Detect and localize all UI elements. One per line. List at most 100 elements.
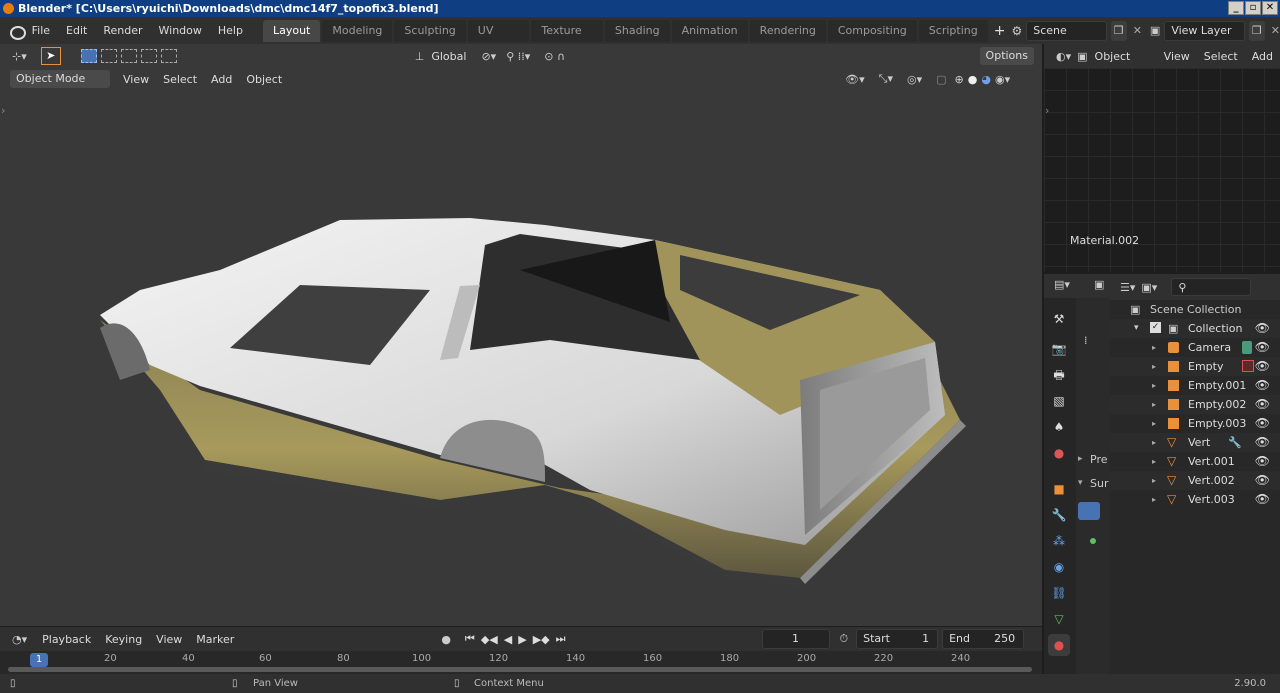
scene-field[interactable]: Scene	[1026, 20, 1107, 41]
view-layer-icon[interactable]: ▣	[1150, 24, 1160, 37]
node-object-dropdown[interactable]: Object	[1088, 50, 1157, 63]
outliner-item-empty-002[interactable]: ▸ Empty.002 👁	[1110, 395, 1280, 414]
collection-row[interactable]: ▾ ✓ ▣ Collection 👁	[1110, 319, 1280, 338]
timeline-type-icon[interactable]: ◔▾	[12, 633, 27, 646]
tab-layout[interactable]: Layout	[262, 19, 321, 42]
start-frame-field[interactable]: Start 1	[856, 629, 939, 649]
play-reverse-button[interactable]: ◀	[504, 633, 512, 646]
timeline-menu-marker[interactable]: Marker	[189, 633, 241, 646]
node-expand-icon[interactable]: ›	[1045, 104, 1049, 117]
visibility-icon[interactable]: 👁	[1255, 471, 1270, 490]
tab-animation[interactable]: Animation	[671, 19, 748, 42]
outliner-item-vert-002[interactable]: ▸ ▽ Vert.002 👁	[1110, 471, 1280, 490]
scene-icon[interactable]: ⚙	[1011, 24, 1022, 38]
menu-render[interactable]: Render	[95, 21, 150, 41]
expand-icon[interactable]: ▸	[1152, 433, 1156, 452]
transform-orientation-dropdown[interactable]: Global	[424, 50, 473, 63]
node-editor[interactable]: ◐▾ ▣ Object View Select Add › Material.0…	[1044, 44, 1280, 272]
outliner-item-vert[interactable]: ▸ ▽ Vert 🔧 👁	[1110, 433, 1280, 452]
expand-icon[interactable]: ▸	[1152, 376, 1156, 395]
expand-icon[interactable]: ▸	[1152, 490, 1156, 509]
expand-icon[interactable]: ▸	[1152, 452, 1156, 471]
3d-viewport[interactable]: ⊹▾ ➤ ⊥ Global ⊘▾ ⚲ ⁞⁞▾ ⊙ ∩ Options Objec…	[0, 44, 1042, 626]
visibility-icon[interactable]: 👁	[1255, 376, 1270, 395]
section-expand-icon[interactable]: ▸	[1078, 454, 1083, 464]
outliner-item-vert-003[interactable]: ▸ ▽ Vert.003 👁	[1110, 490, 1280, 509]
proportional-edit-icon[interactable]: ⊙ ∩	[544, 50, 565, 63]
tab-shading[interactable]: Shading	[604, 19, 670, 42]
world-tab-icon[interactable]: ●	[1048, 442, 1070, 464]
camera-data-icon[interactable]	[1242, 341, 1252, 354]
modifier-icon[interactable]: 🔧	[1228, 433, 1242, 452]
tab-uv-editing[interactable]: UV Editing	[467, 19, 530, 59]
visibility-icon[interactable]: 👁▾	[845, 73, 865, 86]
outliner-item-empty-001[interactable]: ▸ Empty.001 👁	[1110, 376, 1280, 395]
editor-type-icon[interactable]: ⊹▾	[12, 50, 27, 63]
surface-section[interactable]: Sur	[1090, 477, 1108, 490]
outliner-item-camera[interactable]: ▸ Camera 👁	[1110, 338, 1280, 357]
node-canvas[interactable]: › Material.002	[1044, 68, 1280, 272]
outliner-item-empty-003[interactable]: ▸ Empty.003 👁	[1110, 414, 1280, 433]
outliner-item-vert-001[interactable]: ▸ ▽ Vert.001 👁	[1110, 452, 1280, 471]
image-data-icon[interactable]	[1242, 360, 1254, 372]
timeline-menu-view[interactable]: View	[149, 633, 189, 646]
viewport-left-expand-icon[interactable]: ›	[1, 104, 5, 117]
outliner-type-icon[interactable]: ☰▾	[1120, 281, 1135, 294]
visibility-icon[interactable]: 👁	[1255, 452, 1270, 471]
solid-shading-icon[interactable]: ●	[968, 73, 978, 86]
close-button[interactable]: ✕	[1262, 1, 1278, 15]
overlay-icon[interactable]: ◎▾	[907, 73, 922, 86]
stopwatch-icon[interactable]: ⏱	[840, 632, 849, 646]
timeline-scrollbar[interactable]	[8, 667, 1032, 672]
expand-icon[interactable]: ▸	[1152, 357, 1156, 376]
end-frame-field[interactable]: End 250	[942, 629, 1025, 649]
expand-icon[interactable]: ▸	[1152, 338, 1156, 357]
maximize-button[interactable]: ▫	[1245, 1, 1261, 15]
options-dropdown[interactable]: Options	[979, 47, 1034, 65]
outliner-item-empty[interactable]: ▸ Empty 👁	[1110, 357, 1280, 376]
select-tool-icon[interactable]: ➤	[40, 47, 61, 65]
select-new-icon[interactable]	[80, 49, 97, 63]
data-tab-icon[interactable]: ▽	[1048, 608, 1070, 630]
display-mode-icon[interactable]: ▣▾	[1141, 281, 1157, 294]
select-extend-icon[interactable]	[100, 49, 117, 63]
collection-visibility-icon[interactable]: 👁	[1255, 319, 1270, 338]
visibility-icon[interactable]: 👁	[1255, 433, 1270, 452]
new-scene-icon[interactable]: ❐	[1110, 20, 1127, 41]
tab-rendering[interactable]: Rendering	[749, 19, 826, 42]
scene-tab-icon[interactable]: ♠	[1048, 416, 1070, 438]
delete-scene-icon[interactable]: ✕	[1133, 24, 1142, 37]
select-subtract-icon[interactable]	[120, 49, 137, 63]
material-shading-icon[interactable]: ◕	[981, 73, 991, 86]
gizmo-icon[interactable]: ⤡▾	[879, 72, 893, 86]
view-layer-field[interactable]: View Layer	[1164, 20, 1245, 41]
material-slot-icon[interactable]: ⁞	[1084, 334, 1088, 347]
expand-icon[interactable]: ▸	[1152, 395, 1156, 414]
tab-modeling[interactable]: Modeling	[322, 19, 393, 42]
menu-file[interactable]: File	[24, 21, 58, 41]
render-tab-icon[interactable]: 📷	[1048, 338, 1070, 360]
minimize-button[interactable]: _	[1228, 1, 1244, 15]
node-menu-add[interactable]: Add	[1245, 50, 1280, 63]
viewport-menu-object[interactable]: Object	[239, 73, 289, 86]
modifier-tab-icon[interactable]: 🔧	[1048, 504, 1070, 526]
viewport-menu-select[interactable]: Select	[156, 73, 204, 86]
scene-collection-row[interactable]: ▣ Scene Collection	[1110, 300, 1280, 319]
section-collapse-icon[interactable]: ▾	[1078, 478, 1083, 488]
menu-window[interactable]: Window	[151, 21, 210, 41]
prev-keyframe-button[interactable]: ◆◀	[481, 633, 498, 646]
visibility-icon[interactable]: 👁	[1255, 490, 1270, 509]
material-tab-icon[interactable]: ●	[1048, 634, 1070, 656]
select-intersect-icon[interactable]	[160, 49, 177, 63]
tab-scripting[interactable]: Scripting	[918, 19, 988, 42]
expand-icon[interactable]: ▸	[1152, 414, 1156, 433]
record-button[interactable]: ●	[441, 633, 451, 646]
expand-icon[interactable]: ▸	[1152, 471, 1156, 490]
outliner-search-input[interactable]: ⚲	[1171, 278, 1252, 296]
mode-dropdown[interactable]: Object Mode	[10, 70, 110, 88]
collection-checkbox[interactable]: ✓	[1150, 322, 1161, 333]
delete-view-layer-icon[interactable]: ✕	[1271, 24, 1280, 37]
add-workspace-button[interactable]: +	[990, 21, 1010, 41]
pin-icon[interactable]: ▣	[1094, 278, 1104, 291]
visibility-icon[interactable]: 👁	[1255, 357, 1270, 376]
